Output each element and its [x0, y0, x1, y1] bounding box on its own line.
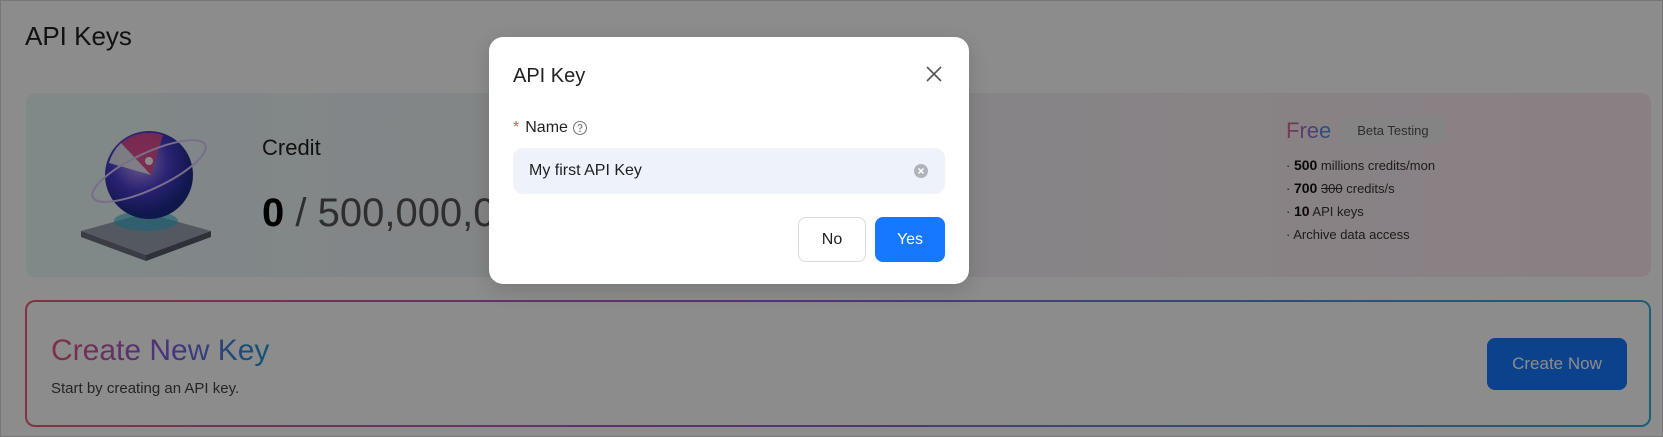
modal-title: API Key: [513, 65, 586, 87]
question-circle-icon[interactable]: [572, 120, 588, 136]
no-button[interactable]: No: [798, 217, 866, 262]
yes-button[interactable]: Yes: [875, 217, 945, 262]
name-field-label: * Name: [513, 119, 588, 137]
required-mark: *: [513, 119, 520, 136]
close-icon[interactable]: [923, 63, 945, 85]
name-input-wrapper: [513, 148, 945, 194]
clear-circle-icon[interactable]: [913, 163, 929, 179]
api-key-modal: API Key * Name No Yes: [489, 37, 969, 284]
name-label-text: Name: [525, 119, 568, 136]
name-input[interactable]: [513, 148, 945, 194]
